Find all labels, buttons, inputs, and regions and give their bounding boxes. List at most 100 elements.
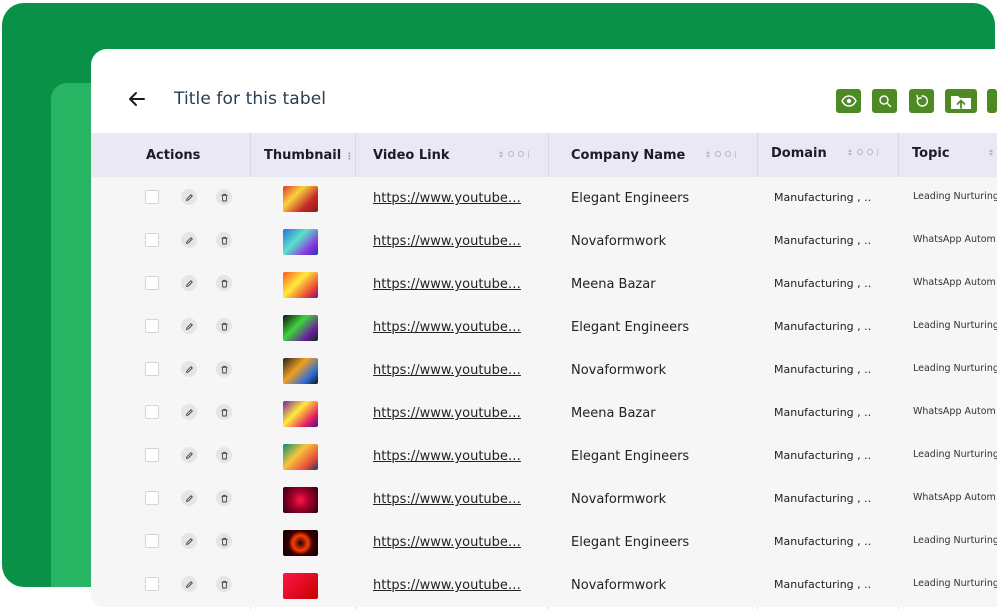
more-button[interactable] (987, 89, 997, 113)
column-menu-icon[interactable]: ⋮ (345, 152, 354, 162)
video-thumbnail[interactable] (283, 272, 318, 298)
video-link[interactable]: https://www.youtube… (373, 406, 521, 421)
edit-button[interactable] (181, 318, 197, 334)
edit-button[interactable] (181, 490, 197, 506)
page-title: Title for this tabel (174, 89, 327, 109)
video-link[interactable]: https://www.youtube… (373, 234, 521, 249)
topic-value: WhatsApp Autom (913, 492, 996, 503)
column-header-video-link[interactable]: Video Link (373, 133, 563, 177)
edit-button[interactable] (181, 447, 197, 463)
refresh-button[interactable] (909, 89, 934, 113)
topic-value: Leading Nurturing (913, 320, 997, 331)
delete-button[interactable] (216, 361, 232, 377)
video-thumbnail[interactable] (283, 573, 318, 599)
video-thumbnail[interactable] (283, 229, 318, 255)
video-link[interactable]: https://www.youtube… (373, 492, 521, 507)
trash-icon (221, 365, 227, 373)
row-checkbox[interactable] (145, 448, 159, 462)
upload-button[interactable] (945, 89, 977, 113)
video-thumbnail[interactable] (283, 358, 318, 384)
topic-value: Leading Nurturing (913, 535, 997, 546)
column-header-actions[interactable]: Actions (146, 133, 246, 177)
trash-icon (221, 236, 227, 244)
column-label: Thumbnail (264, 147, 342, 163)
sort-icon[interactable] (499, 151, 504, 158)
edit-button[interactable] (181, 275, 197, 291)
pencil-icon (185, 451, 193, 459)
column-header-topic[interactable]: Topic (912, 131, 997, 175)
video-thumbnail[interactable] (283, 315, 318, 341)
edit-button[interactable] (181, 189, 197, 205)
delete-button[interactable] (216, 404, 232, 420)
trash-icon (221, 279, 227, 287)
search-column-icon[interactable] (518, 151, 524, 157)
video-thumbnail[interactable] (283, 487, 318, 513)
pencil-icon (185, 236, 193, 244)
table-row[interactable]: https://www.youtube… Meena Bazar Manufac… (91, 263, 997, 306)
resize-handle-icon[interactable] (877, 149, 878, 156)
resize-handle-icon[interactable] (528, 151, 529, 158)
table-row[interactable]: https://www.youtube… Novaformwork Manufa… (91, 220, 997, 263)
refresh-icon (915, 94, 928, 107)
table-row[interactable]: https://www.youtube… Novaformwork Manufa… (91, 349, 997, 392)
delete-button[interactable] (216, 189, 232, 205)
column-header-domain[interactable]: Domain (771, 131, 901, 175)
table-row[interactable]: https://www.youtube… Novaformwork Manufa… (91, 564, 997, 607)
search-icon (878, 95, 891, 108)
video-thumbnail[interactable] (283, 444, 318, 470)
filter-icon[interactable] (857, 149, 863, 155)
edit-button[interactable] (181, 533, 197, 549)
search-button[interactable] (872, 89, 897, 113)
delete-button[interactable] (216, 533, 232, 549)
delete-button[interactable] (216, 490, 232, 506)
sort-icon[interactable] (706, 151, 711, 158)
row-checkbox[interactable] (145, 319, 159, 333)
pencil-icon (185, 580, 193, 588)
delete-button[interactable] (216, 275, 232, 291)
table-row[interactable]: https://www.youtube… Elegant Engineers M… (91, 435, 997, 478)
video-link[interactable]: https://www.youtube… (373, 363, 521, 378)
row-checkbox[interactable] (145, 362, 159, 376)
back-arrow-icon[interactable] (127, 89, 147, 109)
video-link[interactable]: https://www.youtube… (373, 320, 521, 335)
video-link[interactable]: https://www.youtube… (373, 449, 521, 464)
row-checkbox[interactable] (145, 534, 159, 548)
data-table: Actions Thumbnail ⋮ Video Link Company N… (91, 133, 997, 609)
view-button[interactable] (836, 89, 861, 113)
delete-button[interactable] (216, 447, 232, 463)
table-row[interactable]: https://www.youtube… Novaformwork Manufa… (91, 478, 997, 521)
video-link[interactable]: https://www.youtube… (373, 277, 521, 292)
filter-icon[interactable] (715, 151, 721, 157)
search-column-icon[interactable] (867, 149, 873, 155)
edit-button[interactable] (181, 576, 197, 592)
filter-icon[interactable] (508, 151, 514, 157)
column-header-thumbnail[interactable]: Thumbnail ⋮ (264, 133, 364, 177)
delete-button[interactable] (216, 318, 232, 334)
table-row[interactable]: https://www.youtube… Meena Bazar Manufac… (91, 392, 997, 435)
row-checkbox[interactable] (145, 190, 159, 204)
row-checkbox[interactable] (145, 405, 159, 419)
video-link[interactable]: https://www.youtube… (373, 578, 521, 593)
table-row[interactable]: https://www.youtube… Elegant Engineers M… (91, 306, 997, 349)
column-header-company-name[interactable]: Company Name (571, 133, 771, 177)
sort-icon[interactable] (848, 149, 853, 156)
video-link[interactable]: https://www.youtube… (373, 535, 521, 550)
row-checkbox[interactable] (145, 491, 159, 505)
video-link[interactable]: https://www.youtube… (373, 191, 521, 206)
table-row[interactable]: https://www.youtube… Elegant Engineers M… (91, 177, 997, 220)
table-row[interactable]: https://www.youtube… Elegant Engineers M… (91, 521, 997, 564)
delete-button[interactable] (216, 232, 232, 248)
edit-button[interactable] (181, 361, 197, 377)
video-thumbnail[interactable] (283, 401, 318, 427)
row-checkbox[interactable] (145, 276, 159, 290)
resize-handle-icon[interactable] (735, 151, 736, 158)
video-thumbnail[interactable] (283, 186, 318, 212)
edit-button[interactable] (181, 404, 197, 420)
video-thumbnail[interactable] (283, 530, 318, 556)
row-checkbox[interactable] (145, 233, 159, 247)
trash-icon (221, 494, 227, 502)
edit-button[interactable] (181, 232, 197, 248)
delete-button[interactable] (216, 576, 232, 592)
search-column-icon[interactable] (725, 151, 731, 157)
sort-icon[interactable] (989, 149, 994, 156)
